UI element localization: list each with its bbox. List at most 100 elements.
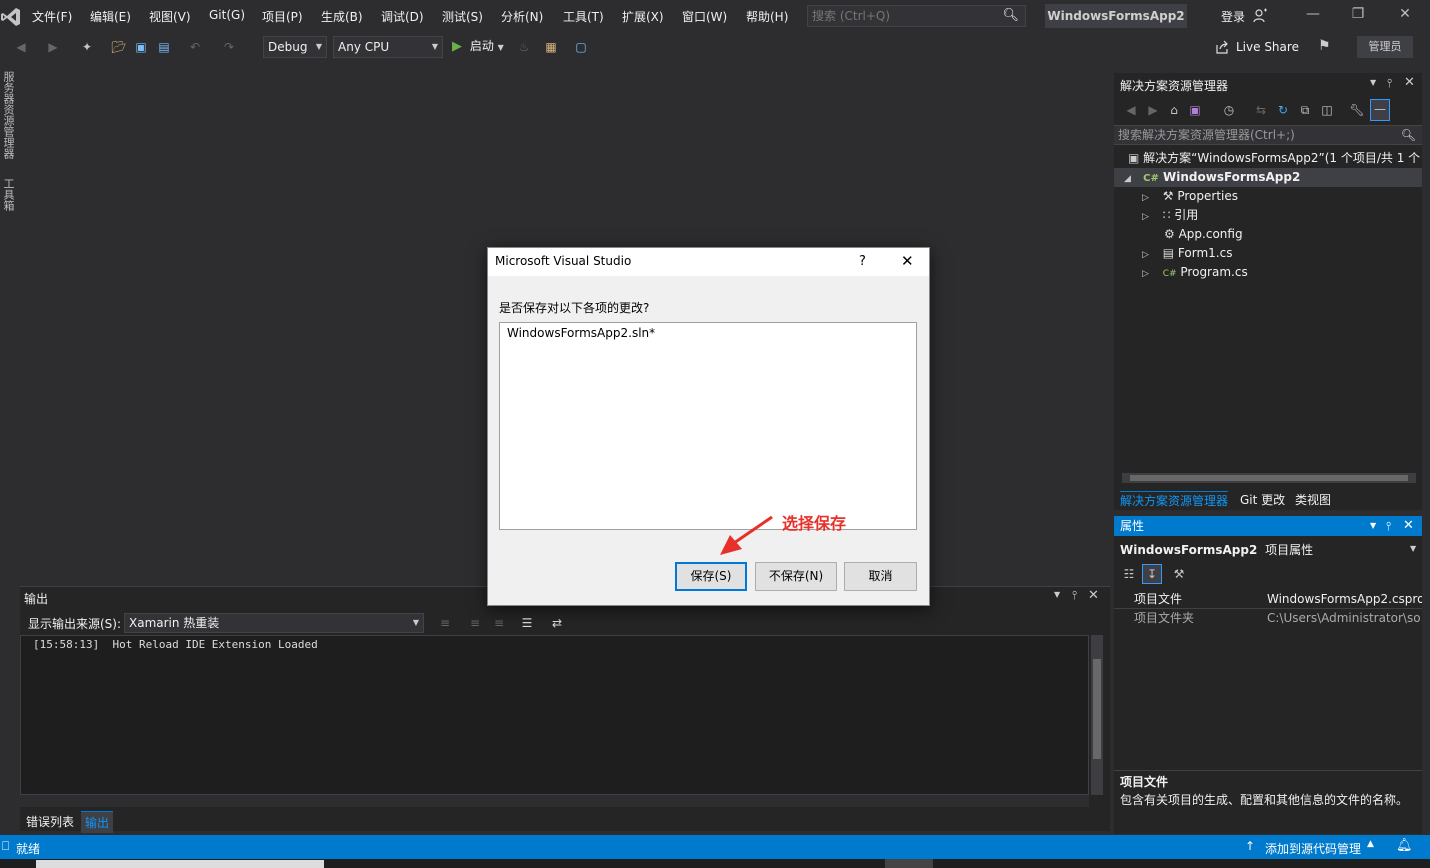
menu-debug[interactable]: 调试(D) xyxy=(381,8,424,25)
chevron-down-icon[interactable]: ▼ xyxy=(1410,544,1416,553)
collapsed-triangle-icon[interactable]: ▷ xyxy=(1142,212,1149,222)
tree-item-form1[interactable]: ▷ ▤ Form1.cs xyxy=(1114,244,1422,263)
close-window-icon[interactable]: ✕ xyxy=(1395,6,1415,26)
output-source-combo[interactable]: Xamarin 热重装 ▼ xyxy=(124,613,424,633)
tab-class-view[interactable]: 类视图 xyxy=(1295,491,1331,508)
tree-item-properties[interactable]: ▷ ⚒ Properties xyxy=(1114,187,1422,206)
tree-item-program[interactable]: ▷ C# Program.cs xyxy=(1114,263,1422,282)
menu-git[interactable]: Git(G) xyxy=(209,8,245,22)
tree-project[interactable]: ◢ C# WindowsFormsApp2 xyxy=(1114,168,1422,187)
notification-bell-icon[interactable]: 🔔︎ xyxy=(1396,838,1413,853)
clear-all-icon[interactable]: ☰ xyxy=(518,614,536,632)
close-panel-icon[interactable]: ✕ xyxy=(1404,75,1415,90)
refresh-icon[interactable]: ↻ xyxy=(1274,101,1292,119)
scroll-thumb[interactable] xyxy=(1093,659,1101,759)
alphabetical-icon[interactable]: ↧ xyxy=(1142,564,1162,584)
property-pages-icon[interactable]: ⚒ xyxy=(1170,565,1188,583)
menu-test[interactable]: 测试(S) xyxy=(442,8,483,25)
feedback-icon[interactable]: ⚑ xyxy=(1318,38,1331,54)
home-icon[interactable]: ⌂ xyxy=(1165,101,1183,119)
config-combo[interactable]: Debug ▼ xyxy=(263,36,327,58)
list-item[interactable]: WindowsFormsApp2.sln* xyxy=(507,326,655,340)
navigate-back-icon[interactable]: ◀ xyxy=(12,38,30,56)
menu-file[interactable]: 文件(F) xyxy=(32,8,72,25)
solution-search-box[interactable]: 搜索解决方案资源管理器(Ctrl+;) 🔍︎ xyxy=(1114,125,1422,145)
tree-item-appconfig[interactable]: ⚙ App.config xyxy=(1114,225,1422,244)
word-wrap-icon[interactable]: ⇄ xyxy=(548,614,566,632)
pin-icon[interactable]: ⫯ xyxy=(1387,76,1392,91)
preview-icon[interactable]: — xyxy=(1370,99,1390,121)
open-folder-icon[interactable]: 📂︎ xyxy=(110,38,128,56)
menu-extensions[interactable]: 扩展(X) xyxy=(622,8,664,25)
global-search-input[interactable] xyxy=(808,6,998,26)
pin-icon[interactable]: ⫯ xyxy=(1386,516,1391,536)
browse-folder-icon[interactable]: ▦ xyxy=(542,38,560,56)
wrench-icon[interactable]: 🔧︎ xyxy=(1348,101,1366,119)
pin-icon[interactable]: ⫯ xyxy=(1072,588,1077,603)
menu-analyze[interactable]: 分析(N) xyxy=(501,8,543,25)
start-button[interactable]: ▶ 启动 ▼ xyxy=(452,37,504,54)
tab-solution-explorer[interactable]: 解决方案资源管理器 xyxy=(1120,491,1229,509)
menu-project[interactable]: 项目(P) xyxy=(262,8,303,25)
taskbar-item[interactable] xyxy=(885,859,933,868)
search-icon[interactable]: 🔍︎ xyxy=(1401,126,1416,144)
expanded-triangle-icon[interactable]: ◢ xyxy=(1124,174,1131,184)
switch-views-icon[interactable]: ▣ xyxy=(1186,101,1204,119)
sync-icon[interactable]: ⇆ xyxy=(1252,101,1270,119)
collapsed-triangle-icon[interactable]: ▷ xyxy=(1142,250,1149,260)
chevron-down-icon[interactable]: ▼ xyxy=(1054,590,1060,599)
global-search-box[interactable]: 🔍︎ xyxy=(807,5,1026,27)
tab-git-changes[interactable]: Git 更改 xyxy=(1240,491,1285,508)
prev-message-icon[interactable]: ≡ xyxy=(466,614,484,632)
save-button[interactable]: 保存(S) xyxy=(675,562,747,591)
tree-solution[interactable]: ▣ 解决方案“WindowsFormsApp2”(1 个项目/共 1 个 xyxy=(1114,149,1422,168)
live-share-icon[interactable] xyxy=(1215,40,1229,54)
next-message-icon[interactable]: ≡ xyxy=(490,614,508,632)
cancel-button[interactable]: 取消 xyxy=(844,562,917,591)
collapse-all-icon[interactable]: ⧉ xyxy=(1296,101,1314,119)
menu-window[interactable]: 窗口(W) xyxy=(682,8,727,25)
menu-tools[interactable]: 工具(T) xyxy=(563,8,604,25)
taskbar-item[interactable] xyxy=(36,860,324,868)
changed-items-list[interactable]: WindowsFormsApp2.sln* xyxy=(499,322,917,530)
add-to-source-control[interactable]: 添加到源代码管理 xyxy=(1265,840,1361,857)
server-explorer-tab[interactable]: 服务器资源管理器 xyxy=(0,71,16,159)
navigate-forward-icon[interactable]: ▶ xyxy=(44,38,62,56)
admin-badge[interactable]: 管理员 xyxy=(1357,36,1413,58)
property-row[interactable]: 项目文件 WindowsFormsApp2.cspro xyxy=(1114,590,1422,609)
output-text-area[interactable]: [15:58:13] Hot Reload IDE Extension Load… xyxy=(20,635,1089,795)
dont-save-button[interactable]: 不保存(N) xyxy=(755,562,837,591)
toolbox-tab[interactable]: 工具箱 xyxy=(0,178,16,211)
search-icon[interactable]: 🔍︎ xyxy=(1002,8,1019,23)
menu-help[interactable]: 帮助(H) xyxy=(746,8,788,25)
scroll-thumb[interactable] xyxy=(1130,475,1408,481)
collapsed-triangle-icon[interactable]: ▷ xyxy=(1142,269,1149,279)
minimize-icon[interactable]: — xyxy=(1303,6,1323,26)
chevron-down-icon[interactable]: ▼ xyxy=(1370,78,1376,87)
output-vertical-scrollbar[interactable] xyxy=(1091,635,1103,795)
find-message-icon[interactable]: ≡ xyxy=(436,614,454,632)
categorized-icon[interactable]: ☷ xyxy=(1120,565,1138,583)
platform-combo[interactable]: Any CPU ▼ xyxy=(333,36,443,58)
menu-edit[interactable]: 编辑(E) xyxy=(90,8,131,25)
help-icon[interactable]: ? xyxy=(859,254,866,269)
menu-build[interactable]: 生成(B) xyxy=(321,8,363,25)
restore-icon[interactable]: ❐ xyxy=(1348,6,1368,26)
redo-icon[interactable]: ↷ xyxy=(220,38,238,56)
new-item-icon[interactable]: ✦ xyxy=(78,38,96,56)
menu-view[interactable]: 视图(V) xyxy=(149,8,191,25)
properties-subject[interactable]: WindowsFormsApp2 项目属性 xyxy=(1120,541,1313,558)
show-all-files-icon[interactable]: ◫ xyxy=(1318,101,1336,119)
undo-icon[interactable]: ↶ xyxy=(186,38,204,56)
fire-icon[interactable]: ♨ xyxy=(515,38,533,56)
user-icon[interactable] xyxy=(1252,8,1268,24)
chevron-up-icon[interactable]: ▲ xyxy=(1367,839,1374,849)
pending-changes-icon[interactable]: ◷ xyxy=(1220,101,1238,119)
save-all-icon[interactable]: ▤ xyxy=(155,38,173,56)
solution-horizontal-scrollbar[interactable] xyxy=(1122,473,1416,483)
chevron-down-icon[interactable]: ▼ xyxy=(1370,516,1376,536)
property-row[interactable]: 项目文件夹 C:\Users\Administrator\so xyxy=(1114,609,1422,628)
tree-item-references[interactable]: ▷ ∷ 引用 xyxy=(1114,206,1422,225)
back-icon[interactable]: ◀ xyxy=(1122,101,1140,119)
tab-output[interactable]: 输出 xyxy=(81,811,114,833)
